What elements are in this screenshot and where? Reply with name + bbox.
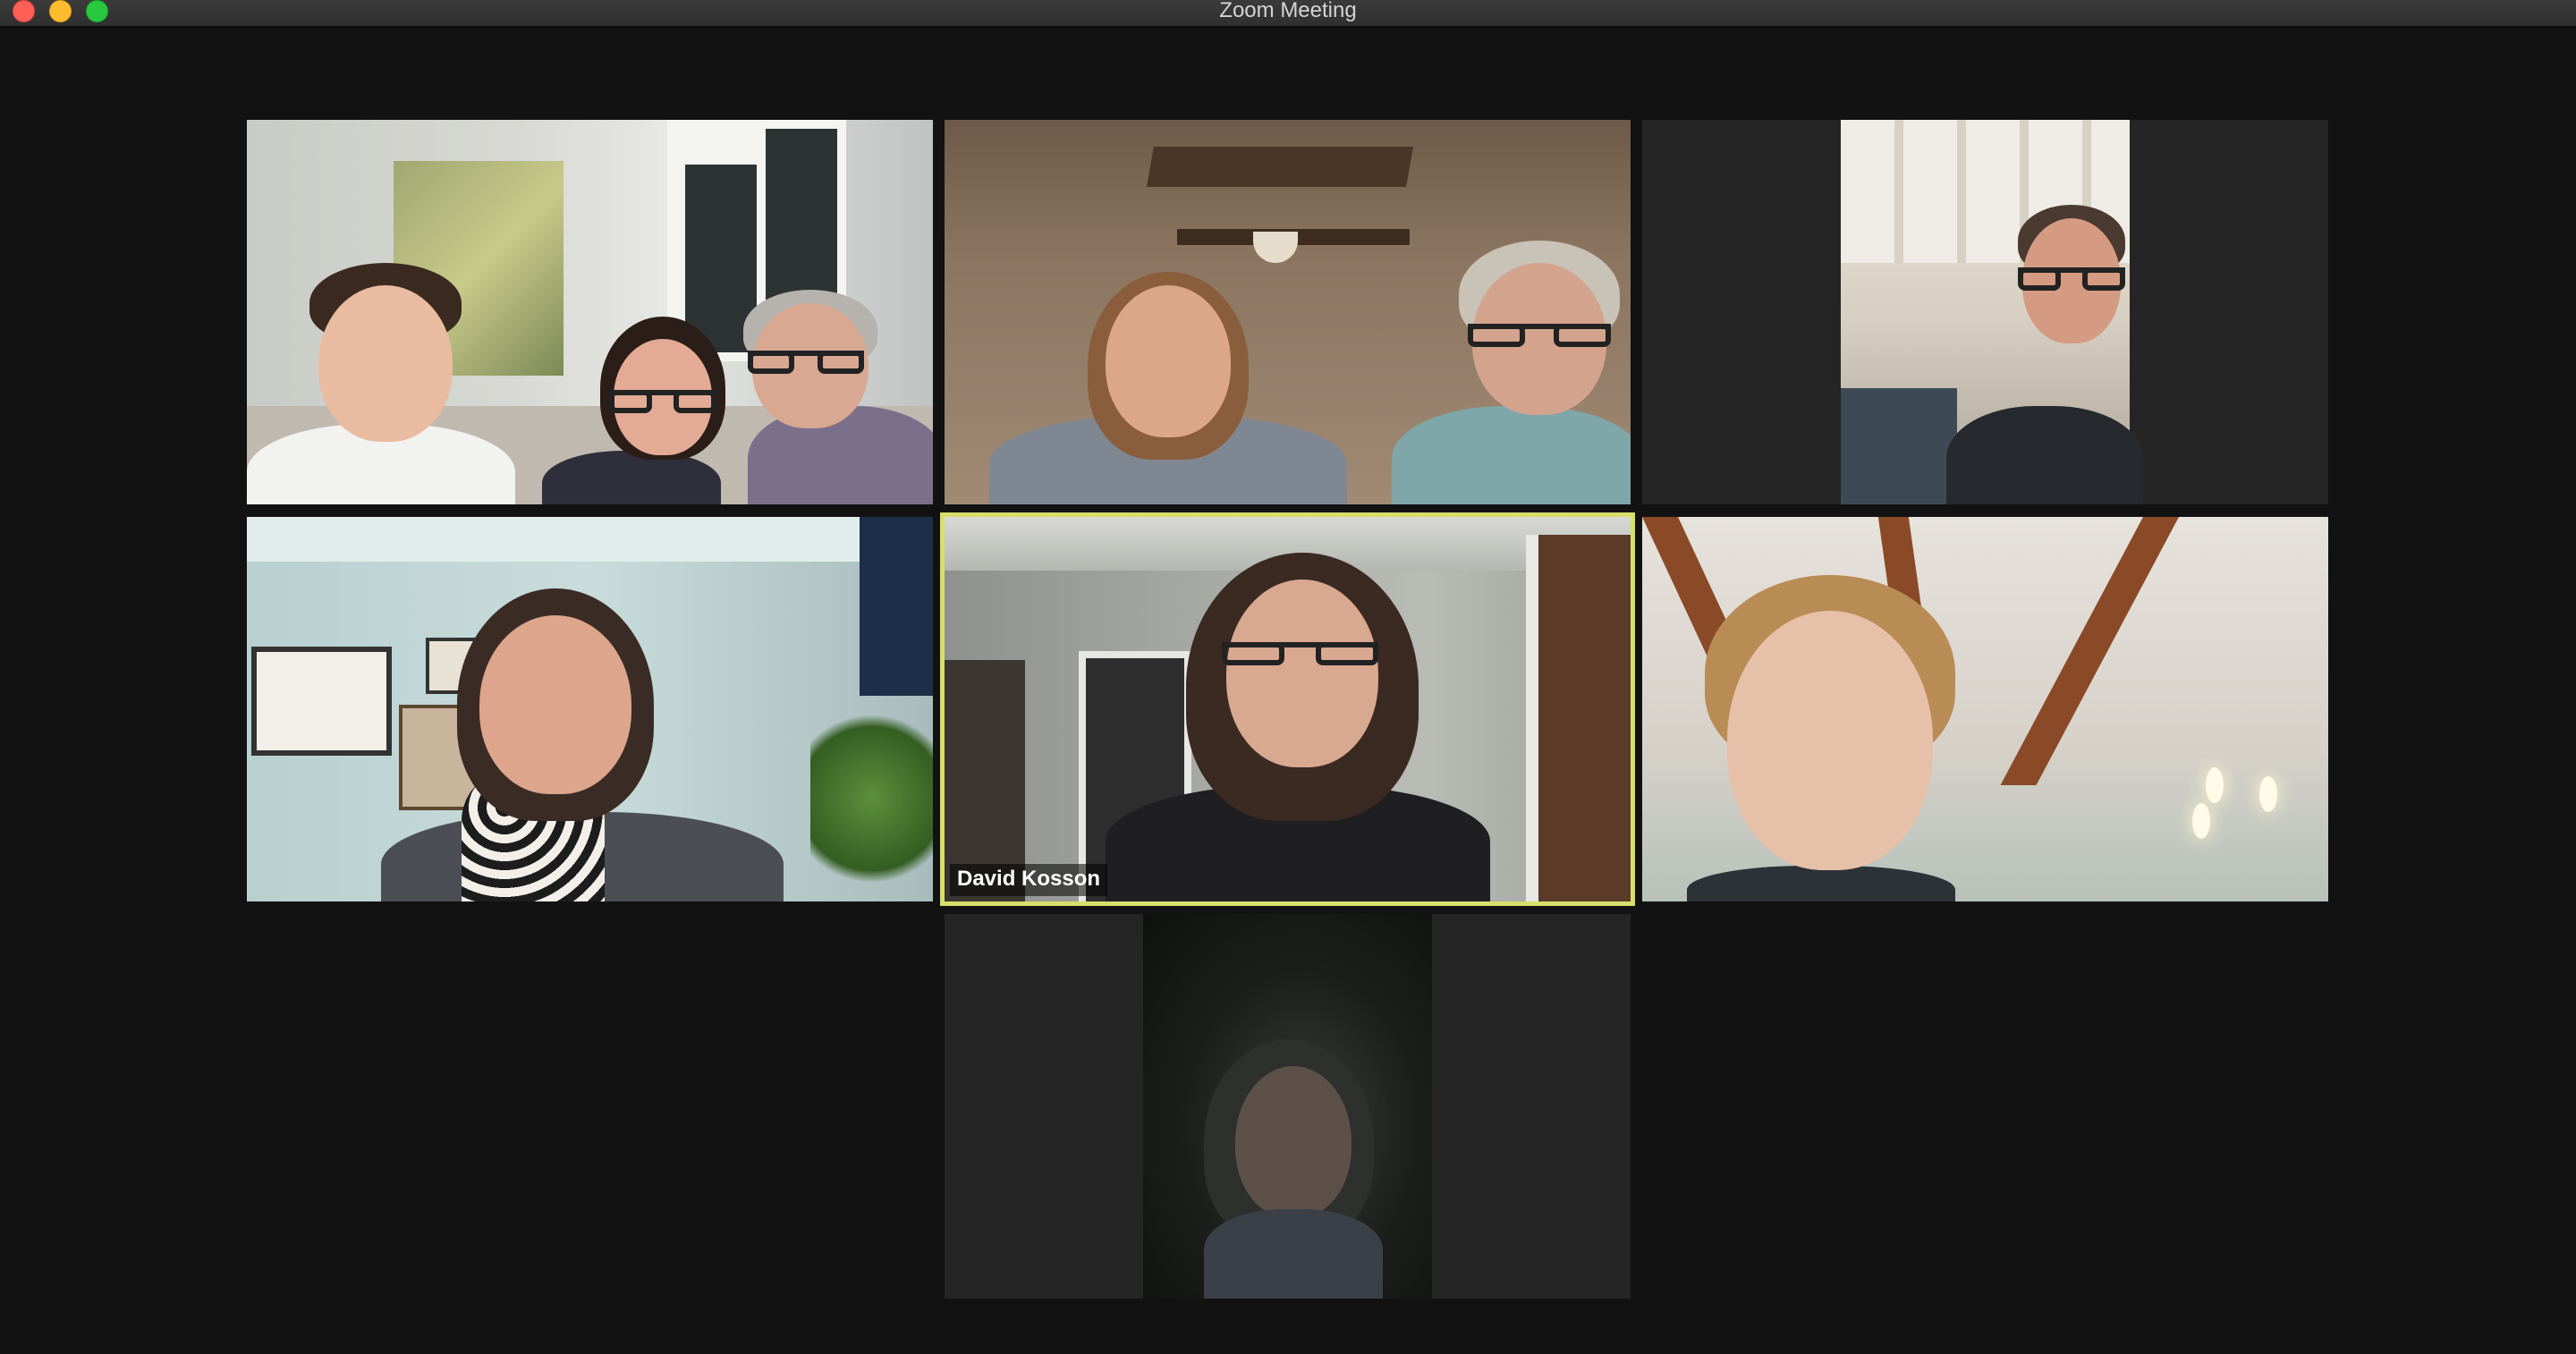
participant-video-tile[interactable]	[945, 120, 1631, 504]
participant-video-tile[interactable]	[1642, 517, 2328, 901]
title-bar: Zoom Meeting	[0, 0, 2576, 27]
framed-picture	[251, 647, 392, 756]
pendant-light-icon	[2206, 767, 2224, 803]
active-speaker-video-tile[interactable]: David Kosson	[940, 512, 1635, 906]
participant-name-label: David Kosson	[950, 864, 1108, 896]
zoom-window: Zoom Meeting David Kosson	[0, 0, 2576, 1354]
participant-video-tile[interactable]	[247, 120, 933, 504]
participant-video-tile[interactable]	[247, 517, 933, 901]
window-title: Zoom Meeting	[1219, 0, 1357, 22]
ceiling-beam	[1147, 147, 1413, 187]
participant-video-tile[interactable]	[1642, 120, 2328, 504]
participant-video-tile[interactable]	[945, 914, 1631, 1299]
